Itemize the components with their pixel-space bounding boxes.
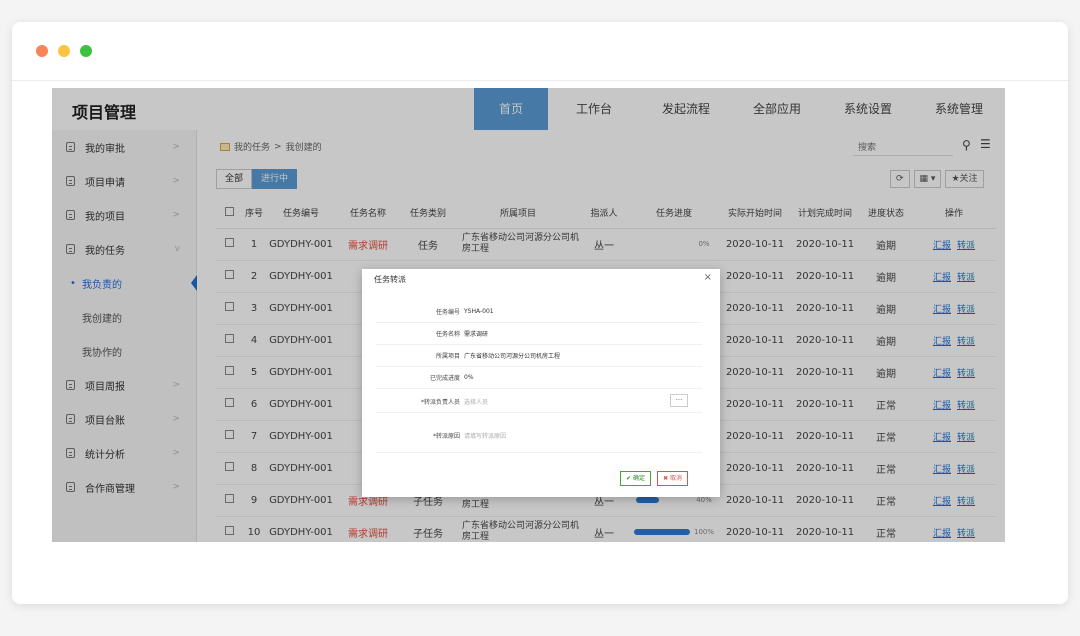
more-icon[interactable]: ···	[670, 394, 688, 407]
form-row-progress: 已完成进度 0%	[376, 367, 702, 389]
form-row-reason: *转派原因 请填写转派原因	[376, 419, 702, 453]
minimize-dot-icon[interactable]	[58, 45, 70, 57]
close-icon[interactable]: ×	[704, 272, 712, 283]
field-label: 所属项目	[435, 353, 460, 360]
field-label: 任务名称	[435, 331, 460, 338]
close-dot-icon[interactable]	[36, 45, 48, 57]
field-value: 需求调研	[464, 331, 489, 338]
field-value: 0%	[464, 374, 474, 381]
field-label: *转派负责人员	[420, 399, 460, 406]
reason-textarea[interactable]: 请填写转派原因	[464, 431, 506, 440]
transfer-task-dialog: 任务转派 × 任务编号 YSHA-001 任务名称 需求调研 所属项目 广东省移动公司…	[362, 269, 720, 497]
field-value: 广东省移动公司河源分公司机房工程	[464, 353, 561, 360]
field-label: 任务编号	[435, 309, 460, 316]
maximize-dot-icon[interactable]	[80, 45, 92, 57]
dialog-footer: ✔ 确定 ✖ 取消	[620, 471, 688, 486]
dialog-title: 任务转派	[374, 275, 406, 284]
field-label: 已完成进度	[429, 375, 460, 382]
form-row-task-code: 任务编号 YSHA-001	[376, 301, 702, 323]
form-row-task-name: 任务名称 需求调研	[376, 323, 702, 345]
window-controls	[36, 45, 92, 57]
app-window: 项目管理 首页 工作台 发起流程 全部应用 系统设置 系统管理 我的审批 > 项目…	[52, 88, 1005, 542]
confirm-button[interactable]: ✔ 确定	[620, 471, 652, 486]
assignee-picker-input[interactable]: 选择人员	[464, 397, 488, 406]
cancel-button[interactable]: ✖ 取消	[657, 471, 688, 486]
title-divider	[12, 80, 1068, 81]
field-value: YSHA-001	[464, 308, 494, 315]
field-label: *转派原因	[432, 433, 460, 440]
form-row-project: 所属项目 广东省移动公司河源分公司机房工程	[376, 345, 702, 367]
form-row-assignee: *转派负责人员 选择人员 ···	[376, 391, 702, 413]
